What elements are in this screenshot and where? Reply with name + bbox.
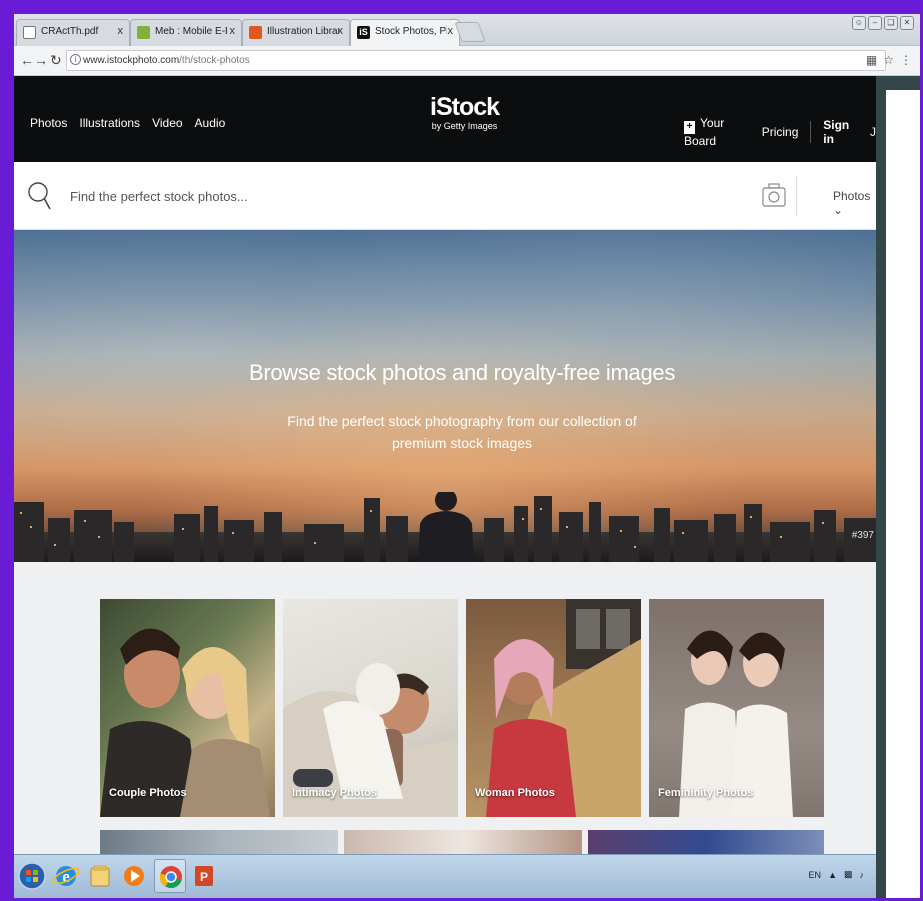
chevron-down-icon: ⌄	[833, 203, 844, 217]
system-tray: EN ▲ ▩ ♪	[809, 869, 864, 880]
address-bar: ← → ↻ i www.istockphoto.com/th/stock-pho…	[14, 46, 920, 76]
user-icon[interactable]: ☺	[852, 16, 866, 30]
folder-icon	[90, 865, 110, 887]
taskbar-explorer[interactable]	[84, 859, 116, 893]
close-icon[interactable]: x	[230, 25, 236, 37]
minimize-icon[interactable]: –	[868, 16, 882, 30]
category-card-couple[interactable]: Couple Photos	[100, 599, 275, 817]
close-icon[interactable]: x	[338, 25, 344, 37]
nav-illustrations[interactable]: Illustrations	[79, 116, 140, 130]
nav-photos[interactable]: Photos	[30, 116, 67, 130]
window-controls: ☺ – ❏ ✕	[852, 16, 914, 30]
category-label: Femininity Photos	[658, 787, 754, 799]
start-button[interactable]	[16, 859, 48, 893]
media-player-icon	[124, 866, 144, 886]
search-icon[interactable]	[28, 181, 52, 211]
taskbar-powerpoint[interactable]: P	[188, 859, 220, 893]
powerpoint-icon: P	[195, 866, 213, 886]
hero-subtitle: Find the perfect stock photography from …	[287, 413, 637, 451]
network-icon[interactable]: ▩	[844, 869, 853, 880]
internet-explorer-icon: e	[52, 866, 80, 886]
intimacy-photo	[283, 663, 458, 817]
tab-illustration-library[interactable]: Illustration Library on O x	[242, 19, 350, 46]
board-plus-icon: +	[684, 121, 695, 134]
browser-window: CRActTh.pdf x Meb : Mobile E-Books | x I…	[14, 14, 920, 898]
nav-divider	[810, 121, 812, 143]
restore-icon[interactable]: ❏	[884, 16, 898, 30]
volume-icon[interactable]: ♪	[860, 870, 865, 880]
hero-title: Browse stock photos and royalty-free ima…	[248, 360, 676, 385]
document-icon	[23, 26, 36, 39]
sign-in-link[interactable]: Sign in	[823, 118, 858, 146]
close-icon[interactable]: x	[118, 25, 124, 37]
category-label: Couple Photos	[109, 787, 187, 799]
istock-icon: iS	[357, 26, 370, 39]
istock-logo[interactable]: iStock by Getty Images	[430, 93, 500, 131]
search-divider	[796, 176, 797, 216]
category-label: Woman Photos	[475, 787, 555, 799]
windows-taskbar: e P EN ▲ ▩ ♪	[14, 854, 876, 898]
taskbar-media-player[interactable]	[118, 859, 150, 893]
library-icon	[249, 26, 262, 39]
side-panel	[886, 90, 920, 898]
chrome-icon	[159, 866, 182, 889]
tab-title: Stock Photos, Pictures an	[375, 26, 447, 37]
category-label: Intimacy Photos	[292, 787, 377, 799]
url-field[interactable]: i www.istockphoto.com/th/stock-photos	[66, 50, 886, 71]
site-header: Photos Illustrations Video Audio iStock …	[14, 76, 876, 162]
pricing-link[interactable]: Pricing	[762, 125, 799, 139]
hero-image-tag: #397	[851, 530, 874, 541]
tab-title: CRActTh.pdf	[41, 26, 99, 37]
logo-main: iStock	[430, 93, 500, 121]
account-nav: + Your Board Pricing Sign in J	[684, 116, 876, 148]
tab-meb[interactable]: Meb : Mobile E-Books | x	[130, 19, 242, 46]
city-skyline-image	[14, 492, 876, 562]
search-bar: Photos ⌄	[14, 162, 876, 230]
ebook-icon	[137, 26, 150, 39]
close-icon[interactable]: x	[448, 25, 454, 37]
couple-photo	[100, 628, 270, 817]
windows-start-icon	[18, 862, 46, 890]
side-panel-edge	[876, 76, 920, 898]
woman-photo	[486, 599, 641, 817]
taskbar-chrome[interactable]	[154, 859, 186, 893]
forward-icon[interactable]: →	[34, 52, 48, 68]
main-nav: Photos Illustrations Video Audio	[30, 116, 225, 130]
category-card-woman[interactable]: Woman Photos	[466, 599, 641, 817]
logo-sub: by Getty Images	[431, 121, 498, 131]
taskbar-ie[interactable]: e	[50, 859, 82, 893]
tab-title: Illustration Library on O	[267, 26, 339, 37]
category-card-femininity[interactable]: Femininity Photos	[649, 599, 824, 817]
url-domain: www.istockphoto.com	[83, 55, 180, 66]
category-gallery: Couple Photos Intimacy Photos Woman Phot…	[14, 562, 876, 862]
search-input[interactable]	[70, 185, 670, 207]
tray-arrow-icon[interactable]: ▲	[828, 870, 837, 880]
menu-icon[interactable]: ⋮	[900, 53, 912, 67]
info-icon[interactable]: i	[70, 54, 81, 65]
search-type-label: Photos	[833, 189, 871, 203]
address-actions: ▦ ☆ ⋮	[866, 53, 912, 67]
nav-video[interactable]: Video	[152, 116, 182, 130]
reload-icon[interactable]: ↻	[50, 52, 62, 69]
close-window-icon[interactable]: ✕	[900, 16, 914, 30]
hero-banner: Browse stock photos and royalty-free ima…	[14, 230, 876, 562]
back-icon[interactable]: ←	[20, 52, 34, 68]
your-board-link[interactable]: + Your Board	[684, 116, 750, 148]
tab-istock[interactable]: iS Stock Photos, Pictures an x	[350, 19, 460, 46]
tab-strip: CRActTh.pdf x Meb : Mobile E-Books | x I…	[14, 14, 920, 46]
tab-title: Meb : Mobile E-Books |	[155, 26, 227, 37]
tab-pdf[interactable]: CRActTh.pdf x	[16, 19, 130, 46]
camera-search-icon[interactable]	[762, 182, 786, 208]
search-type-dropdown[interactable]: Photos ⌄	[833, 189, 876, 217]
femininity-photo	[679, 630, 793, 817]
category-card-intimacy[interactable]: Intimacy Photos	[283, 599, 458, 817]
language-indicator[interactable]: EN	[809, 870, 822, 880]
svg-text:P: P	[200, 870, 208, 884]
url-path: /th/stock-photos	[179, 55, 250, 66]
translate-icon[interactable]: ▦	[866, 53, 877, 67]
star-icon[interactable]: ☆	[883, 53, 894, 67]
nav-audio[interactable]: Audio	[195, 116, 226, 130]
